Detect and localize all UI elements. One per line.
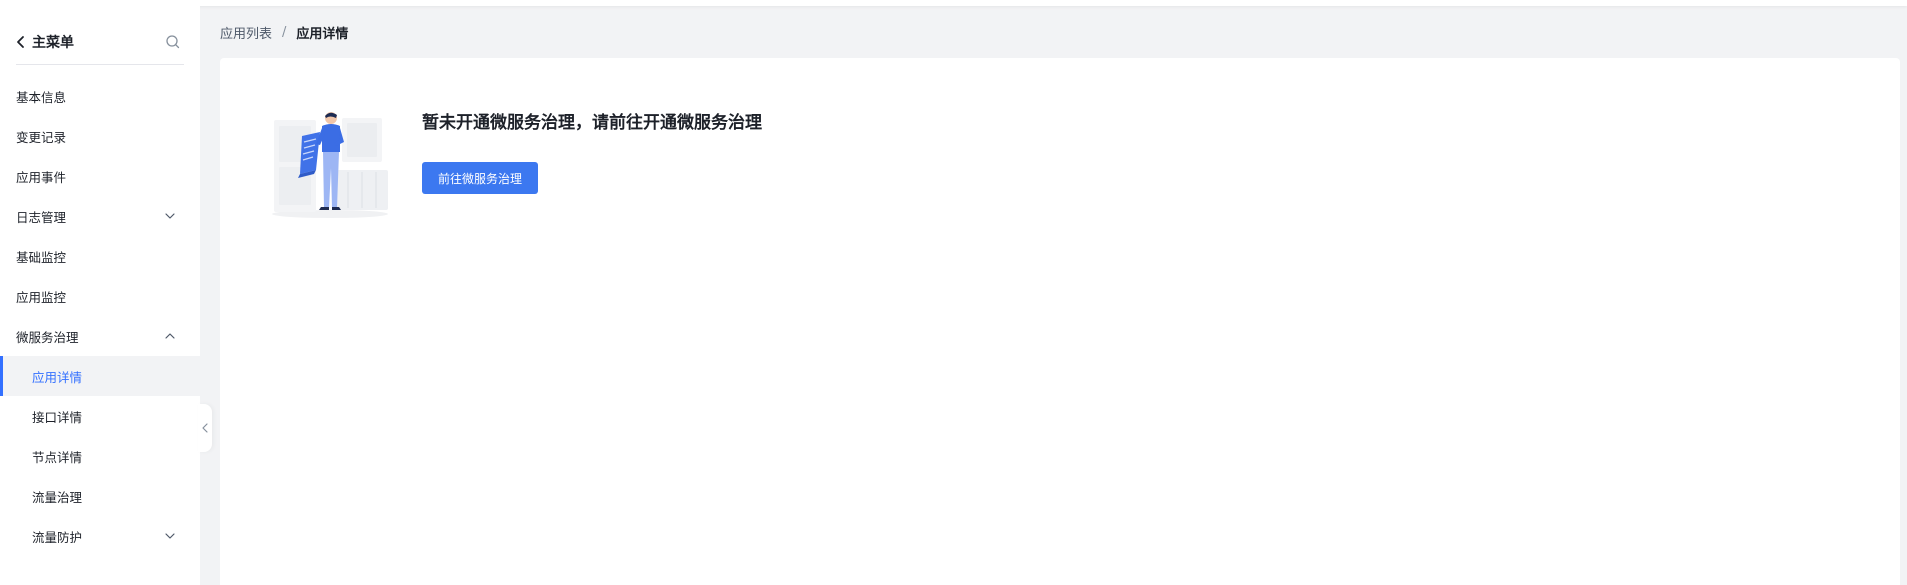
breadcrumb-separator: / <box>282 24 287 40</box>
sidebar-item[interactable]: 流量防护 <box>0 516 200 556</box>
breadcrumb-current: 应用详情 <box>296 26 349 42</box>
sidebar-item[interactable]: 微服务治理 <box>0 316 200 356</box>
sidebar-item-label: 应用事件 <box>16 169 67 185</box>
sidebar: 主菜单 基本信息变更记录应用事件日志管理基础监控应用监控微服务治理应用详情接口详… <box>0 6 200 585</box>
sidebar-item[interactable]: 应用事件 <box>0 156 200 196</box>
notice-title: 暂未开通微服务治理，请前往开通微服务治理 <box>422 113 762 133</box>
sidebar-item[interactable]: 应用详情 <box>0 356 200 396</box>
chevron-left-icon <box>202 423 208 433</box>
chevron-down-icon <box>165 533 175 539</box>
sidebar-item[interactable]: 节点详情 <box>0 436 200 476</box>
sidebar-item[interactable]: 基础监控 <box>0 236 200 276</box>
back-label: 主菜单 <box>32 35 74 51</box>
top-bar <box>0 0 1907 6</box>
sidebar-item[interactable]: 接口详情 <box>0 396 200 436</box>
content-card: 暂未开通微服务治理，请前往开通微服务治理 前往微服务治理 <box>220 58 1900 585</box>
empty-state-illustration <box>272 112 388 218</box>
sidebar-item-label: 日志管理 <box>16 209 67 225</box>
chevron-left-icon <box>17 36 24 48</box>
search-icon[interactable] <box>164 33 182 51</box>
sidebar-menu: 基本信息变更记录应用事件日志管理基础监控应用监控微服务治理应用详情接口详情节点详… <box>0 76 200 556</box>
sidebar-item-label: 流量防护 <box>32 529 83 545</box>
sidebar-item-label: 应用详情 <box>32 369 83 385</box>
go-to-microservice-governance-button[interactable]: 前往微服务治理 <box>422 162 538 194</box>
sidebar-item-label: 接口详情 <box>32 409 83 425</box>
chevron-down-icon <box>165 213 175 219</box>
sidebar-item-label: 微服务治理 <box>16 329 79 345</box>
sidebar-item-label: 基础监控 <box>16 249 67 265</box>
sidebar-item[interactable]: 流量治理 <box>0 476 200 516</box>
sidebar-item-label: 变更记录 <box>16 129 67 145</box>
breadcrumb: 应用列表 / 应用详情 <box>220 22 348 42</box>
sidebar-item[interactable]: 日志管理 <box>0 196 200 236</box>
sidebar-item-label: 节点详情 <box>32 449 83 465</box>
chevron-up-icon <box>165 333 175 339</box>
sidebar-item[interactable]: 变更记录 <box>0 116 200 156</box>
sidebar-item-label: 基本信息 <box>16 89 67 105</box>
sidebar-item[interactable]: 基本信息 <box>0 76 200 116</box>
sidebar-item-label: 应用监控 <box>16 289 67 305</box>
back-to-main-menu-button[interactable]: 主菜单 <box>14 24 74 60</box>
sidebar-item[interactable]: 应用监控 <box>0 276 200 316</box>
breadcrumb-app-list-link[interactable]: 应用列表 <box>220 23 272 42</box>
sidebar-divider <box>16 64 184 65</box>
sidebar-header: 主菜单 <box>0 24 200 60</box>
sidebar-item-label: 流量治理 <box>32 489 83 505</box>
collapse-sidebar-button[interactable] <box>198 404 212 452</box>
